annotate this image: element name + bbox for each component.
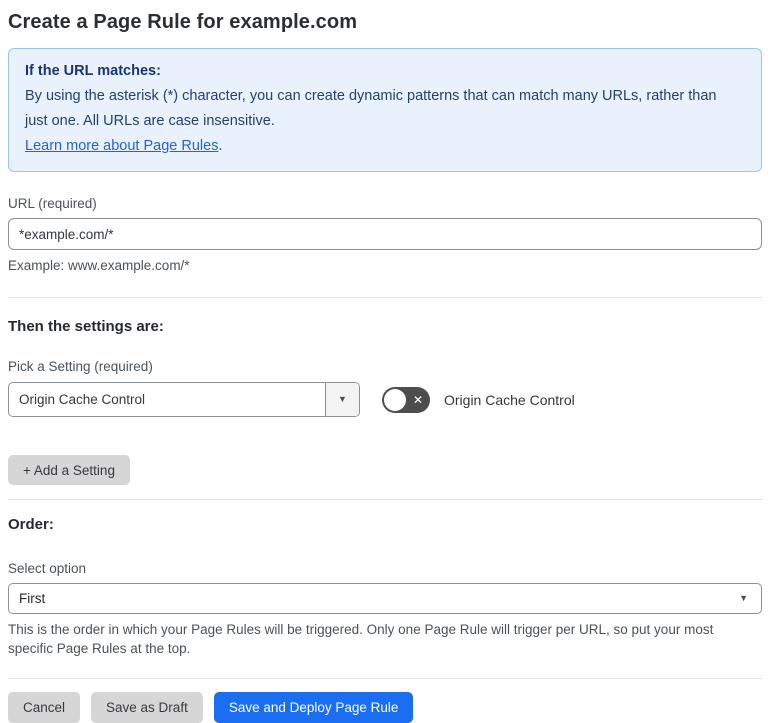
section-divider	[8, 499, 762, 500]
info-box-body: By using the asterisk (*) character, you…	[25, 88, 717, 129]
section-divider	[8, 678, 762, 679]
url-label: URL (required)	[8, 196, 97, 211]
info-box-heading: If the URL matches:	[25, 63, 161, 79]
save-as-draft-button[interactable]: Save as Draft	[91, 692, 203, 723]
page-title: Create a Page Rule for example.com	[8, 11, 358, 33]
setting-dropdown[interactable]: Origin Cache Control ▼	[8, 382, 360, 417]
chevron-down-icon: ▼	[739, 593, 748, 603]
info-link-line: Learn more about Page Rules.	[25, 134, 745, 159]
learn-more-link[interactable]: Learn more about Page Rules	[25, 138, 218, 154]
toggle-label: Origin Cache Control	[444, 391, 575, 408]
add-setting-button[interactable]: + Add a Setting	[8, 455, 130, 485]
cancel-button[interactable]: Cancel	[8, 692, 81, 723]
order-help-text: This is the order in which your Page Rul…	[8, 622, 714, 656]
order-heading: Order:	[8, 516, 54, 533]
setting-dropdown-value: Origin Cache Control	[19, 392, 146, 407]
setting-dropdown-arrow-button[interactable]: ▼	[325, 383, 359, 416]
section-divider	[8, 297, 762, 298]
toggle-off-icon: ✕	[412, 392, 423, 407]
origin-cache-control-toggle[interactable]: ✕	[382, 386, 430, 413]
setting-row: Origin Cache Control ▼ ✕ Origin Cache Co…	[8, 382, 762, 417]
toggle-knob	[384, 388, 406, 411]
select-option-label: Select option	[8, 561, 87, 576]
create-page-rule-form: Create a Page Rule for example.com If th…	[0, 0, 770, 723]
pick-setting-label: Pick a Setting (required)	[8, 359, 153, 374]
save-and-deploy-button[interactable]: Save and Deploy Page Rule	[213, 692, 414, 723]
order-select-value: First	[19, 591, 46, 606]
chevron-down-icon: ▼	[338, 394, 347, 404]
url-example-hint: Example: www.example.com/*	[8, 258, 190, 273]
link-period: .	[218, 138, 223, 154]
settings-heading: Then the settings are:	[8, 318, 164, 335]
order-select[interactable]: First ▼	[8, 583, 762, 614]
url-input[interactable]	[8, 218, 762, 250]
url-match-info-box: If the URL matches: By using the asteris…	[8, 48, 762, 172]
form-actions: Cancel Save as Draft Save and Deploy Pag…	[8, 692, 762, 723]
